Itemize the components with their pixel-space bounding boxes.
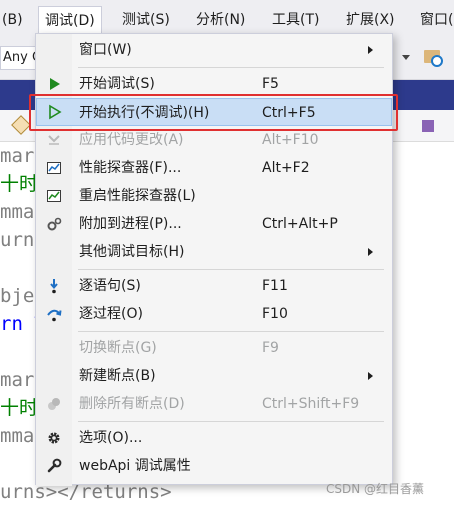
annotation-highlight-box [29,94,398,131]
menu-item-label: 新建断点(B) [79,368,156,384]
menu-item-relaunch-profiler[interactable]: 重启性能探查器(L) [36,182,392,210]
relaunch-profiler-icon [47,190,61,202]
class-icon [11,115,31,135]
menu-separator [78,331,384,332]
menu-item-toggle-breakpoint[interactable]: 切换断点(G) F9 [36,334,392,362]
menu-item-step-over[interactable]: 逐过程(O) F10 [36,300,392,328]
submenu-arrow-icon [368,248,373,256]
cube-icon [422,120,434,132]
watermark-text: CSDN @红目香薰 [326,482,425,496]
menu-item-options[interactable]: 选项(O)... [36,424,392,452]
menu-extensions[interactable]: 扩展(X) [346,8,395,32]
menu-item-delete-all-breakpoints[interactable]: 删除所有断点(D) Ctrl+Shift+F9 [36,390,392,418]
menu-item-shortcut: F11 [262,278,288,294]
menu-test[interactable]: 测试(S) [122,8,170,32]
menu-item-label: webApi 调试属性 [79,458,191,474]
attach-process-icon [47,217,62,231]
menu-item-label: 重启性能探查器(L) [79,188,196,204]
menu-item-label: 窗口(W) [79,42,132,58]
delete-breakpoints-icon [48,398,60,410]
menu-item-label: 附加到进程(P)... [79,216,182,232]
menu-item-performance-profiler[interactable]: 性能探查器(F)... Alt+F2 [36,154,392,182]
menu-separator [78,421,384,422]
menu-window[interactable]: 窗口( [420,8,453,32]
submenu-arrow-icon [368,372,373,380]
step-into-icon [50,279,58,294]
apply-code-changes-icon [48,135,60,145]
menu-item-other-debug-targets[interactable]: 其他调试目标(H) [36,238,392,266]
menu-item-label: 性能探查器(F)... [79,160,182,176]
menu-item-attach-to-process[interactable]: 附加到进程(P)... Ctrl+Alt+P [36,210,392,238]
menu-item-label: 其他调试目标(H) [79,244,185,260]
open-folder-icon[interactable] [424,50,443,67]
menu-analyze[interactable]: 分析(N) [196,8,245,32]
gear-icon [48,432,60,444]
menu-item-label: 切换断点(G) [79,340,157,356]
performance-profiler-icon [47,162,61,174]
play-icon [50,78,60,90]
solution-platform-combo[interactable]: Any C [0,46,36,70]
step-over-icon [47,309,62,322]
menu-item-shortcut: Ctrl+Shift+F9 [262,396,360,412]
member-dropdown[interactable] [420,118,454,136]
menu-item-label: 删除所有断点(D) [79,396,185,412]
menu-item-shortcut: F9 [262,340,279,356]
menu-item-shortcut: Ctrl+Alt+P [262,216,338,232]
menu-item-label: 逐语句(S) [79,278,141,294]
menu-item-new-breakpoint[interactable]: 新建断点(B) [36,362,392,390]
menu-item-windows[interactable]: 窗口(W) [36,36,392,64]
toolbar-right-group [398,46,454,70]
menu-separator [78,269,384,270]
menu-separator [78,67,384,68]
menu-item-step-into[interactable]: 逐语句(S) F11 [36,272,392,300]
submenu-arrow-icon [368,46,373,54]
menu-item-project-debug-properties[interactable]: webApi 调试属性 [36,452,392,480]
menu-item-shortcut: F10 [262,306,288,322]
menu-item-label: 选项(O)... [79,430,143,446]
chevron-down-icon[interactable] [402,55,410,60]
menu-tools[interactable]: 工具(T) [272,8,319,32]
menu-item-label: 逐过程(O) [79,306,143,322]
menu-build[interactable]: (B) [2,8,23,32]
wrench-icon [47,458,62,473]
menu-item-shortcut: Alt+F2 [262,160,310,176]
